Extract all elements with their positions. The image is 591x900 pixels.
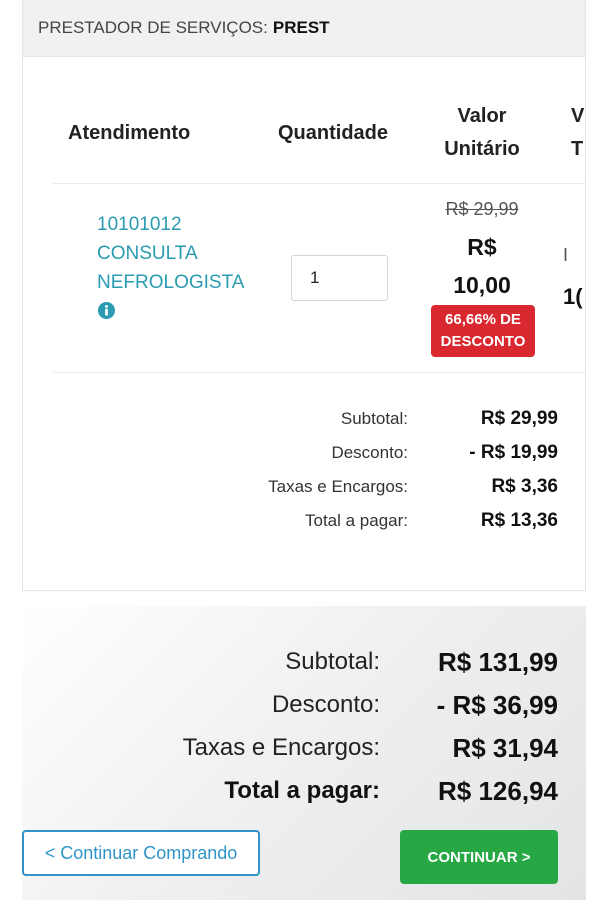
total-cut-line2: 1( [563,284,583,309]
item-summary-label: Subtotal: [340,409,408,428]
order-total-label: Desconto: [271,691,380,718]
order-total-label: Taxas e Encargos: [182,734,380,761]
provider-name: PREST [272,18,330,37]
column-header-atendimento: Atendimento [68,122,191,144]
item-summary-label: Desconto: [331,443,408,462]
item-summary-value: R$ 3,36 [491,476,558,497]
item-divider [53,372,585,373]
discount-badge-line1: 66,66% DE [445,311,521,328]
order-total-value: R$ 131,99 [438,646,558,677]
item-code: 10101012 [97,214,182,235]
order-total-row: Subtotal: R$ 131,99 [22,642,558,682]
provider-label: PRESTADOR DE SERVIÇOS: [38,18,268,37]
item-summary-value: - R$ 19,99 [469,442,558,463]
item-summary-row: Desconto: - R$ 19,99 [23,438,558,468]
item-name-line1: CONSULTA [97,243,198,264]
price-discounted: R$ 10,00 [429,228,535,304]
discount-badge: 66,66% DE DESCONTO [431,305,535,357]
total-cut-line1: I [563,245,569,265]
column-header-valor-total-cut: V T [571,100,585,166]
header-divider [53,183,585,184]
column-header-valor-unitario: Valor Unitário [429,100,535,166]
column-header-vt-line2: T [571,138,584,160]
item-summary-row: Subtotal: R$ 29,99 [23,404,558,434]
discount-badge-line2: DESCONTO [440,333,526,350]
order-total-value: - R$ 36,99 [436,689,558,720]
order-total-value: R$ 31,94 [452,732,558,763]
column-header-valor-line2: Unitário [444,138,520,160]
order-total-row: Taxas e Encargos: R$ 31,94 [22,728,558,768]
quantity-input[interactable] [291,255,388,301]
order-grand-total-row: Total a pagar: R$ 126,94 [22,771,558,811]
order-total-row: Desconto: - R$ 36,99 [22,685,558,725]
item-summary-label: Total a pagar: [304,511,408,530]
item-summary-value: R$ 13,36 [480,510,558,531]
item-service-link[interactable]: 10101012 CONSULTA NEFROLOGISTA [97,210,272,297]
item-name-line2: NEFROLOGISTA [97,272,245,293]
continue-button[interactable]: CONTINUAR > [400,830,558,884]
price-discounted-line1: R$ [467,234,497,260]
order-grand-total-value: R$ 126,94 [438,775,558,806]
price-discounted-line2: 10,00 [453,272,511,298]
column-header-quantidade: Quantidade [278,122,389,144]
price-original: R$ 29,99 [445,199,519,219]
continue-shopping-button[interactable]: < Continuar Comprando [22,830,260,876]
provider-header: PRESTADOR DE SERVIÇOS: PREST [23,0,585,57]
item-summary-label: Taxas e Encargos: [268,477,408,496]
item-summary-value: R$ 29,99 [480,408,558,429]
provider-card: PRESTADOR DE SERVIÇOS: PREST Atendimento… [22,0,586,591]
item-summary-row: Total a pagar: R$ 13,36 [23,506,558,536]
order-grand-total-label: Total a pagar: [224,777,380,804]
column-header-vt-line1: V [571,105,585,127]
column-header-valor-line1: Valor [457,105,507,127]
item-summary-row: Taxas e Encargos: R$ 3,36 [23,472,558,502]
order-total-label: Subtotal: [285,648,380,675]
info-circle-icon[interactable] [98,302,115,319]
